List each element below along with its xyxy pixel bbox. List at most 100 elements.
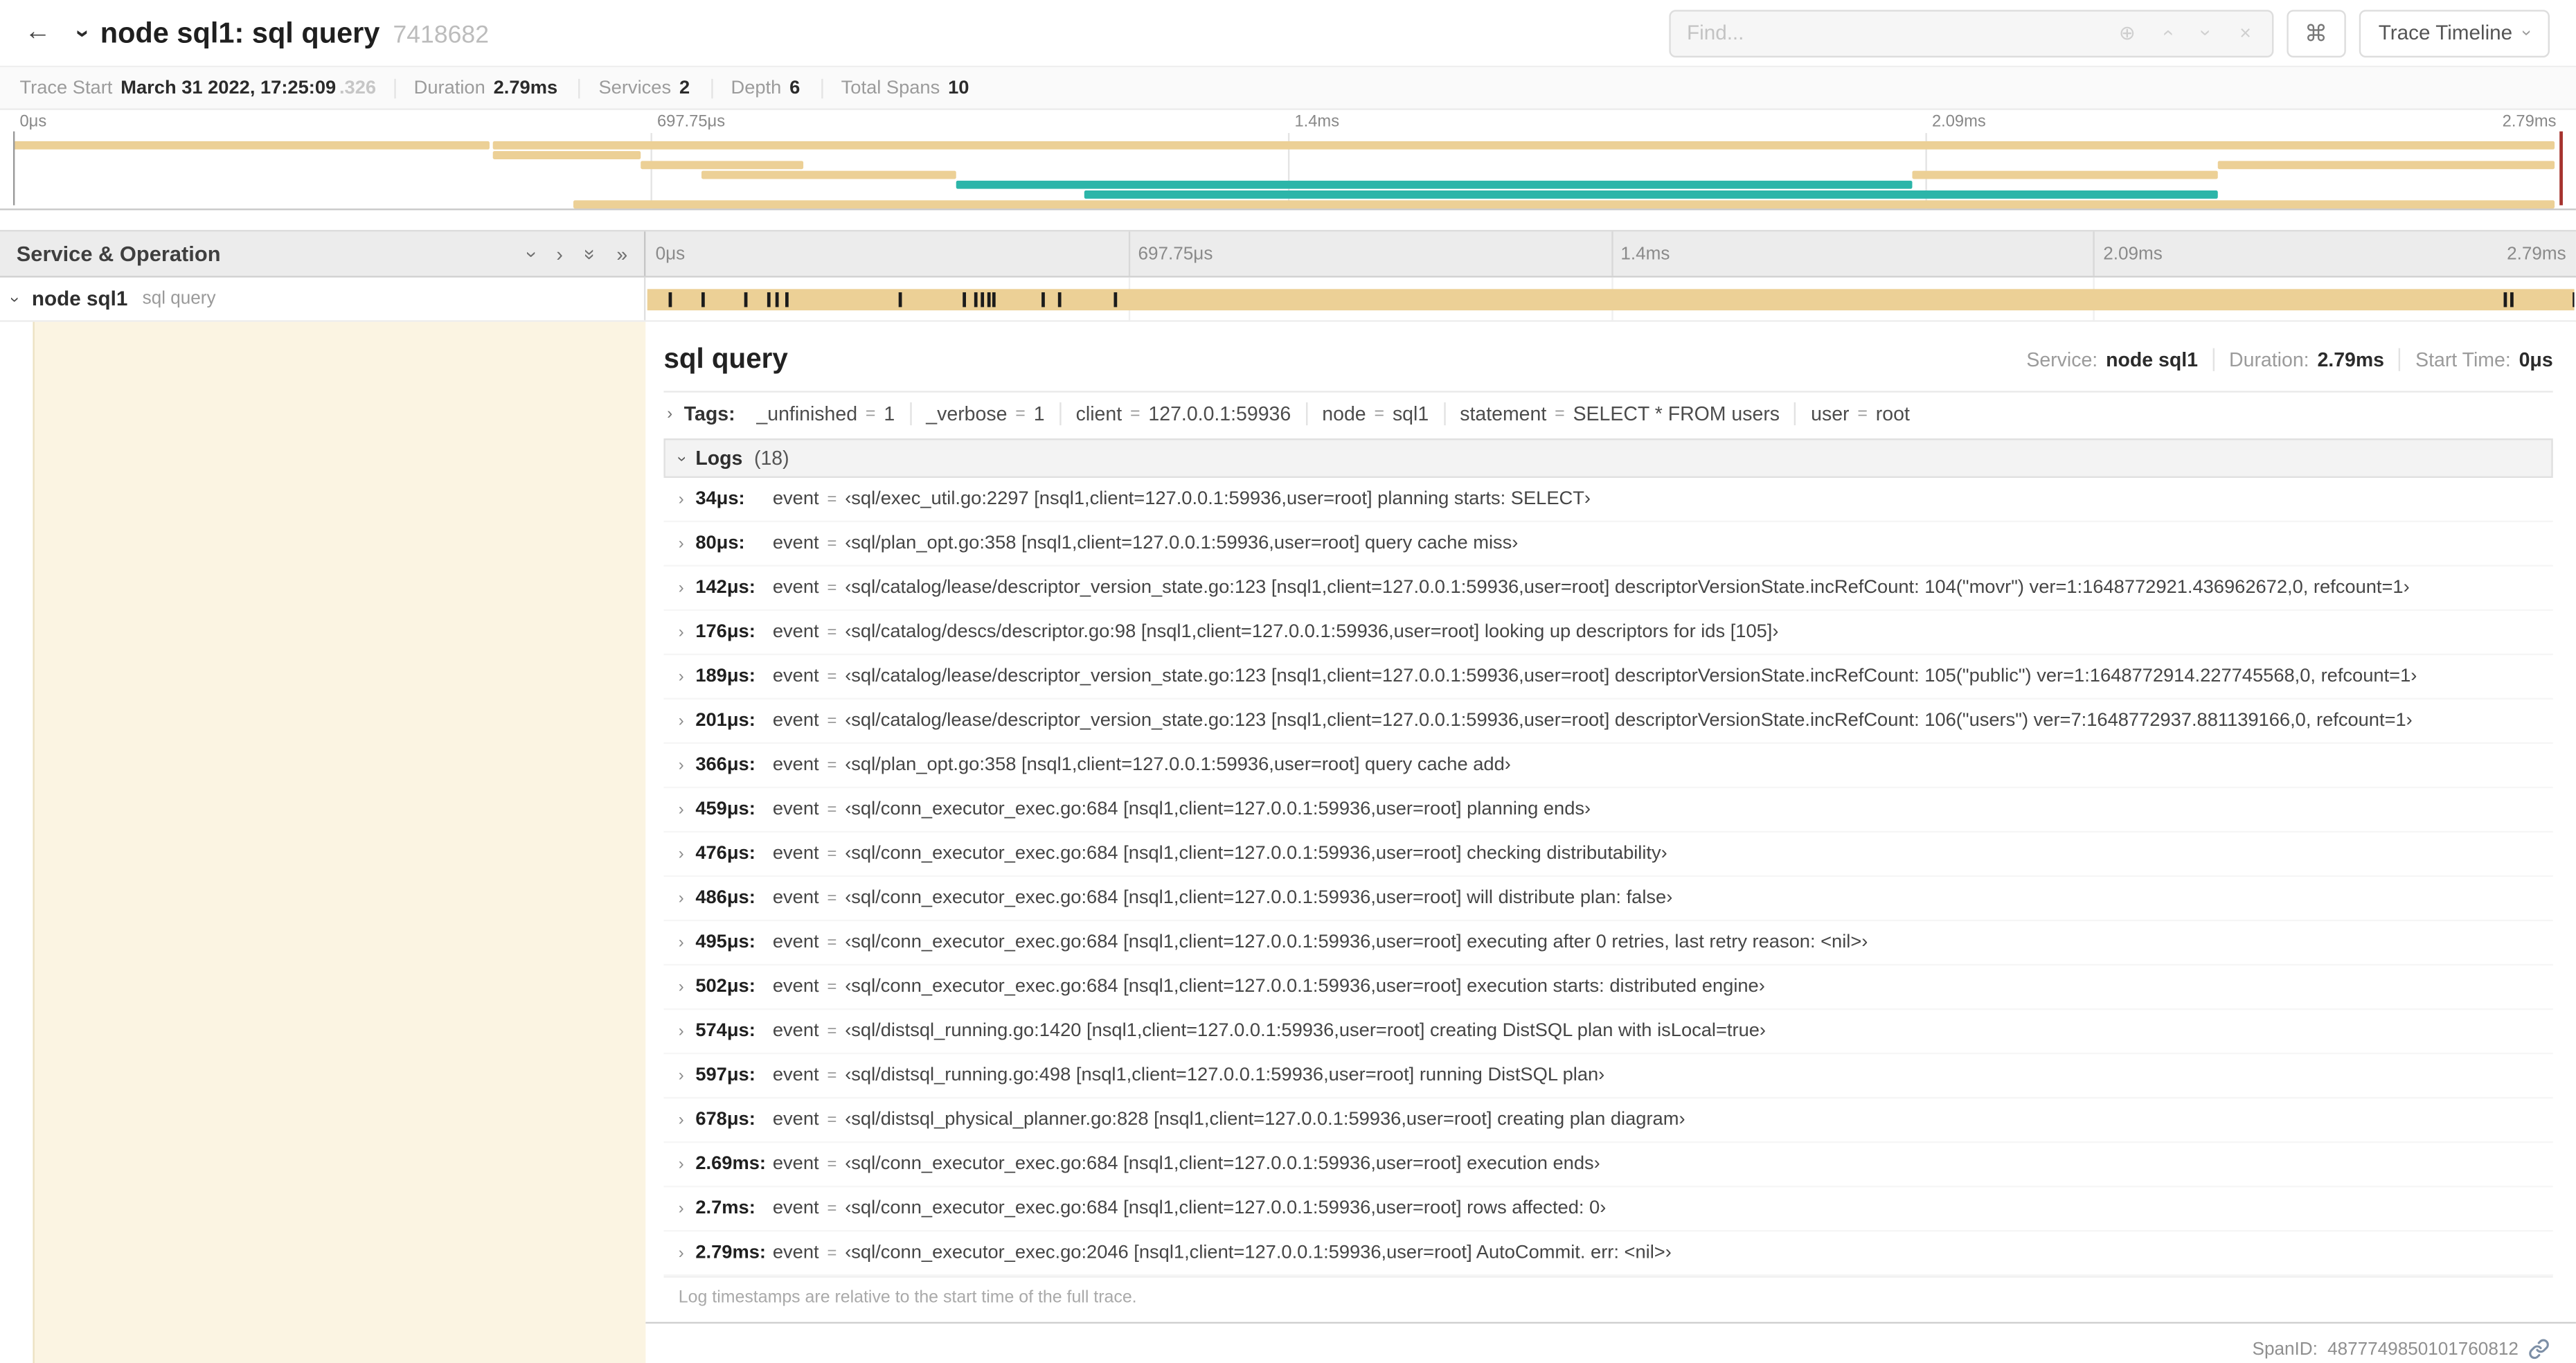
- timeline-minimap[interactable]: 0μs 697.75μs 1.4ms 2.09ms 2.79ms: [0, 109, 2576, 211]
- log-marker: [743, 292, 747, 308]
- log-field-value: ‹sql/conn_executor_exec.go:684 [nsql1,cl…: [845, 1198, 1607, 1219]
- tag-equals: =: [1374, 404, 1385, 424]
- chevron-right-icon[interactable]: ›: [679, 535, 684, 553]
- summary-item-label: Services: [598, 78, 672, 98]
- header-actions: ⊕ › › × ⌘ Trace Timeline ›: [1668, 9, 2550, 57]
- command-icon: ⌘: [2305, 19, 2328, 46]
- link-icon[interactable]: [2528, 1338, 2550, 1360]
- logs-footnote: Log timestamps are relative to the start…: [663, 1276, 2553, 1321]
- log-field-value: ‹sql/conn_executor_exec.go:684 [nsql1,cl…: [845, 844, 1667, 864]
- chevron-right-icon[interactable]: ›: [679, 1155, 684, 1173]
- collapse-controls: › › » »: [520, 244, 627, 263]
- log-marker: [1113, 292, 1118, 308]
- log-row[interactable]: › 2.69ms: event = ‹sql/conn_executor_exe…: [663, 1143, 2553, 1188]
- chevron-right-icon[interactable]: ›: [679, 978, 684, 996]
- tag-item: user = root: [1794, 402, 1924, 426]
- trace-collapse-chevron-icon[interactable]: ›: [69, 28, 97, 37]
- log-timestamp: 502μs:: [695, 977, 755, 997]
- expand-all-icon[interactable]: »: [616, 244, 627, 263]
- log-row[interactable]: › 495μs: event = ‹sql/conn_executor_exec…: [663, 921, 2553, 966]
- log-row[interactable]: › 176μs: event = ‹sql/catalog/descs/desc…: [663, 611, 2553, 656]
- log-field-name: event: [772, 844, 819, 864]
- log-row[interactable]: › 486μs: event = ‹sql/conn_executor_exec…: [663, 877, 2553, 922]
- chevron-right-icon[interactable]: ›: [679, 1022, 684, 1040]
- back-button[interactable]: ←: [0, 0, 75, 66]
- span-detail-title: sql query: [663, 343, 788, 375]
- log-timestamp: 201μs:: [695, 711, 755, 731]
- chevron-right-icon[interactable]: ›: [679, 934, 684, 952]
- span-row[interactable]: › node sql1 sql query: [0, 277, 2576, 322]
- log-timestamp: 2.79ms:: [695, 1242, 766, 1263]
- span-gantt-bar[interactable]: [647, 289, 2575, 311]
- minimap-scrubber-left[interactable]: [12, 131, 15, 206]
- chevron-right-icon[interactable]: ›: [679, 1111, 684, 1129]
- chevron-right-icon[interactable]: ›: [679, 845, 684, 863]
- chevron-down-icon[interactable]: ›: [6, 296, 24, 302]
- log-row[interactable]: › 366μs: event = ‹sql/plan_opt.go:358 [n…: [663, 744, 2553, 789]
- chevron-right-icon[interactable]: ›: [667, 404, 672, 422]
- log-row[interactable]: › 597μs: event = ‹sql/distsql_running.go…: [663, 1054, 2553, 1099]
- chevron-right-icon[interactable]: ›: [679, 1244, 684, 1262]
- log-field-name: event: [772, 755, 819, 776]
- chevron-right-icon[interactable]: ›: [679, 579, 684, 597]
- chevron-right-icon[interactable]: ›: [679, 623, 684, 641]
- log-row[interactable]: › 34μs: event = ‹sql/exec_util.go:2297 […: [663, 478, 2553, 523]
- chevron-down-icon[interactable]: ›: [672, 456, 690, 461]
- span-row-name-cell[interactable]: › node sql1 sql query: [0, 277, 646, 321]
- log-field-name: event: [772, 578, 819, 598]
- log-timestamp: 142μs:: [695, 578, 755, 598]
- prev-match-icon[interactable]: ›: [2155, 13, 2178, 53]
- minimap-span: [1084, 190, 2219, 199]
- chevron-right-icon[interactable]: ›: [679, 712, 684, 730]
- log-field-name: event: [772, 888, 819, 909]
- chevron-right-icon[interactable]: ›: [679, 668, 684, 686]
- tags-row[interactable]: › Tags: _unfinished = 1 _verbose = 1 cli…: [663, 393, 2552, 436]
- log-row[interactable]: › 2.79ms: event = ‹sql/conn_executor_exe…: [663, 1231, 2553, 1276]
- tag-equals: =: [1015, 404, 1026, 424]
- chevron-right-icon[interactable]: ›: [679, 889, 684, 907]
- timeline-ruler[interactable]: 0μs 697.75μs 1.4ms 2.09ms 2.79ms: [645, 231, 2576, 276]
- chevron-right-icon[interactable]: ›: [679, 756, 684, 774]
- chevron-right-icon[interactable]: ›: [679, 490, 684, 508]
- zoom-to-matches-icon[interactable]: ⊕: [2107, 23, 2147, 42]
- logs-label: Logs: [695, 446, 743, 470]
- find-bar: ⊕ › › ×: [1668, 9, 2273, 57]
- log-timestamp: 34μs:: [695, 489, 745, 510]
- log-equals: =: [827, 844, 837, 864]
- span-row-track[interactable]: [645, 277, 2576, 321]
- minimap-scrubber-right[interactable]: [2559, 131, 2563, 206]
- trace-page: ← › node sql1: sql query 7418682 ⊕ › › ×…: [0, 0, 2576, 1363]
- log-row[interactable]: › 80μs: event = ‹sql/plan_opt.go:358 [ns…: [663, 522, 2553, 567]
- log-field-value: ‹sql/plan_opt.go:358 [nsql1,client=127.0…: [845, 533, 1519, 554]
- next-match-icon[interactable]: ›: [2194, 13, 2217, 53]
- log-row[interactable]: › 2.7ms: event = ‹sql/conn_executor_exec…: [663, 1187, 2553, 1232]
- chevron-right-icon[interactable]: ›: [679, 1067, 684, 1085]
- log-row[interactable]: › 678μs: event = ‹sql/distsql_physical_p…: [663, 1098, 2553, 1143]
- clear-find-icon[interactable]: ×: [2226, 23, 2265, 42]
- log-row[interactable]: › 574μs: event = ‹sql/distsql_running.go…: [663, 1010, 2553, 1055]
- log-row[interactable]: › 459μs: event = ‹sql/conn_executor_exec…: [663, 788, 2553, 833]
- collapse-one-icon[interactable]: ›: [520, 251, 543, 257]
- log-row[interactable]: › 502μs: event = ‹sql/conn_executor_exec…: [663, 965, 2553, 1010]
- chevron-right-icon[interactable]: ›: [679, 801, 684, 819]
- chevron-right-icon[interactable]: ›: [679, 1200, 684, 1218]
- collapse-all-icon[interactable]: »: [578, 248, 601, 259]
- row-gutter: [0, 322, 33, 1363]
- find-input[interactable]: [1670, 10, 2108, 55]
- log-row[interactable]: › 201μs: event = ‹sql/catalog/lease/desc…: [663, 700, 2553, 745]
- logs-section-header[interactable]: › Logs (18): [663, 438, 2553, 478]
- log-row[interactable]: › 142μs: event = ‹sql/catalog/lease/desc…: [663, 567, 2553, 612]
- log-field-name: event: [772, 1110, 819, 1130]
- expand-one-icon[interactable]: ›: [556, 244, 562, 263]
- log-marker: [974, 292, 978, 308]
- tag-value: 127.0.0.1:59936: [1148, 402, 1291, 426]
- minimap-span: [12, 141, 490, 150]
- keyboard-shortcuts-button[interactable]: ⌘: [2286, 9, 2346, 57]
- minimap-span: [1913, 170, 2219, 179]
- ruler-tick-label: 2.79ms: [2507, 244, 2566, 264]
- log-row[interactable]: › 476μs: event = ‹sql/conn_executor_exec…: [663, 832, 2553, 878]
- logs-count: (18): [753, 446, 789, 470]
- view-selector-button[interactable]: Trace Timeline ›: [2359, 9, 2550, 57]
- summary-item: Trace Start March 31 2022, 17:25:09 .326: [19, 78, 394, 98]
- log-row[interactable]: › 189μs: event = ‹sql/catalog/lease/desc…: [663, 655, 2553, 700]
